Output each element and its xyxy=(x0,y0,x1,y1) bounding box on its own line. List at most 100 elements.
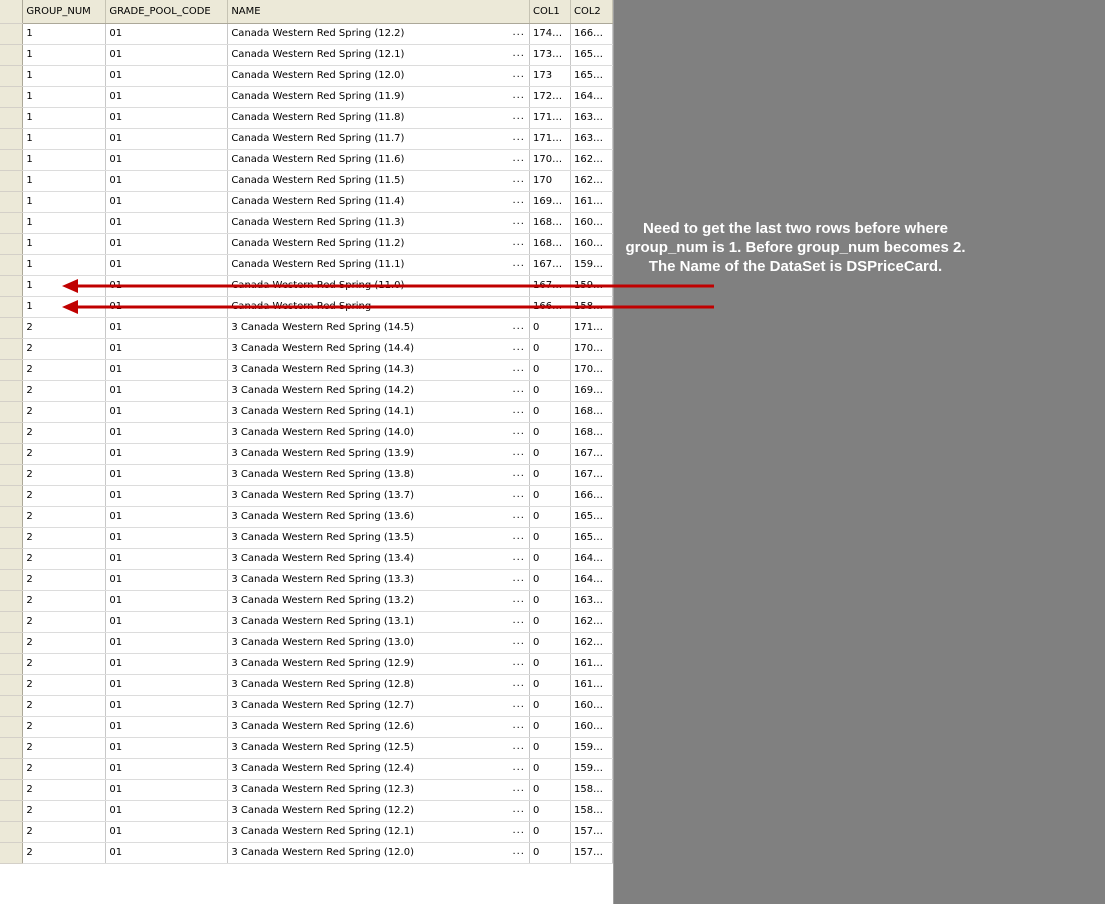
row-header[interactable] xyxy=(0,296,24,318)
cell-ellipsis-button[interactable]: ... xyxy=(512,489,525,500)
cell-group-num[interactable]: 1 xyxy=(22,275,107,297)
cell-group-num[interactable]: 2 xyxy=(22,359,107,381)
row-header[interactable] xyxy=(0,842,24,864)
cell-col2[interactable]: 168… xyxy=(570,401,613,423)
cell-col2[interactable]: 162… xyxy=(570,632,613,654)
table-row[interactable]: 2 01 3 Canada Western Red Spring (13.2)...… xyxy=(0,590,613,612)
cell-grade-pool-code[interactable]: 01 xyxy=(105,149,229,171)
cell-group-num[interactable]: 2 xyxy=(22,464,107,486)
cell-grade-pool-code[interactable]: 01 xyxy=(105,548,229,570)
cell-name[interactable]: 3 Canada Western Red Spring (13.1)... xyxy=(227,611,530,633)
table-row[interactable]: 1 01 Canada Western Red Spring (11.3)... 16… xyxy=(0,212,613,234)
cell-col2[interactable]: 167… xyxy=(570,443,613,465)
cell-col1[interactable]: 0 xyxy=(529,632,571,654)
cell-ellipsis-button[interactable]: ... xyxy=(512,384,525,395)
cell-group-num[interactable]: 1 xyxy=(22,170,107,192)
cell-group-num[interactable]: 2 xyxy=(22,758,107,780)
cell-group-num[interactable]: 2 xyxy=(22,401,107,423)
cell-group-num[interactable]: 2 xyxy=(22,380,107,402)
cell-group-num[interactable]: 2 xyxy=(22,716,107,738)
cell-grade-pool-code[interactable]: 01 xyxy=(105,674,229,696)
cell-name[interactable]: 3 Canada Western Red Spring (12.4)... xyxy=(227,758,530,780)
cell-ellipsis-button[interactable]: ... xyxy=(512,216,525,227)
cell-col1[interactable]: 0 xyxy=(529,842,571,864)
cell-col2[interactable]: 164… xyxy=(570,548,613,570)
cell-grade-pool-code[interactable]: 01 xyxy=(105,590,229,612)
cell-grade-pool-code[interactable]: 01 xyxy=(105,779,229,801)
cell-col1[interactable]: 0 xyxy=(529,506,571,528)
cell-ellipsis-button[interactable]: ... xyxy=(512,615,525,626)
cell-grade-pool-code[interactable]: 01 xyxy=(105,716,229,738)
cell-grade-pool-code[interactable]: 01 xyxy=(105,632,229,654)
cell-col2[interactable]: 166… xyxy=(570,23,613,45)
table-row[interactable]: 2 01 3 Canada Western Red Spring (12.0)...… xyxy=(0,842,613,864)
results-grid[interactable]: GROUP_NUM GRADE_POOL_CODE NAME COL1 COL2… xyxy=(0,0,614,904)
cell-name[interactable]: 3 Canada Western Red Spring (13.5)... xyxy=(227,527,530,549)
row-header[interactable] xyxy=(0,548,24,570)
cell-col2[interactable]: 161… xyxy=(570,674,613,696)
cell-col1[interactable]: 173… xyxy=(529,44,571,66)
cell-ellipsis-button[interactable]: ... xyxy=(512,573,525,584)
cell-ellipsis-button[interactable]: ... xyxy=(512,69,525,80)
cell-ellipsis-button[interactable]: ... xyxy=(512,237,525,248)
row-header[interactable] xyxy=(0,506,24,528)
table-row[interactable]: 2 01 3 Canada Western Red Spring (12.2)...… xyxy=(0,800,613,822)
row-header[interactable] xyxy=(0,758,24,780)
row-header[interactable] xyxy=(0,821,24,843)
cell-name[interactable]: 3 Canada Western Red Spring (14.0)... xyxy=(227,422,530,444)
cell-name[interactable]: Canada Western Red Spring (11.4)... xyxy=(227,191,530,213)
cell-col2[interactable]: 167… xyxy=(570,464,613,486)
row-header[interactable] xyxy=(0,485,24,507)
cell-col1[interactable]: 168… xyxy=(529,233,571,255)
cell-ellipsis-button[interactable]: ... xyxy=(512,678,525,689)
row-header[interactable] xyxy=(0,527,24,549)
table-row[interactable]: 1 01 Canada Western Red Spring (11.7)... 17… xyxy=(0,128,613,150)
cell-ellipsis-button[interactable]: ... xyxy=(512,426,525,437)
cell-name[interactable]: 3 Canada Western Red Spring (12.6)... xyxy=(227,716,530,738)
row-header[interactable] xyxy=(0,674,24,696)
table-row[interactable]: 2 01 3 Canada Western Red Spring (12.9)...… xyxy=(0,653,613,675)
cell-group-num[interactable]: 2 xyxy=(22,422,107,444)
cell-name[interactable]: 3 Canada Western Red Spring (12.1)... xyxy=(227,821,530,843)
cell-col2[interactable]: 157… xyxy=(570,842,613,864)
cell-ellipsis-button[interactable]: ... xyxy=(512,195,525,206)
cell-col2[interactable]: 163… xyxy=(570,590,613,612)
cell-col2[interactable]: 157… xyxy=(570,821,613,843)
table-row[interactable]: 2 01 3 Canada Western Red Spring (12.5)...… xyxy=(0,737,613,759)
cell-ellipsis-button[interactable]: ... xyxy=(512,531,525,542)
cell-ellipsis-button[interactable]: ... xyxy=(512,363,525,374)
cell-ellipsis-button[interactable]: ... xyxy=(512,300,525,311)
cell-col2[interactable]: 160… xyxy=(570,716,613,738)
row-header[interactable] xyxy=(0,317,24,339)
row-header[interactable] xyxy=(0,443,24,465)
row-header[interactable] xyxy=(0,800,24,822)
cell-group-num[interactable]: 2 xyxy=(22,842,107,864)
cell-col1[interactable]: 174… xyxy=(529,23,571,45)
cell-ellipsis-button[interactable]: ... xyxy=(512,258,525,269)
row-header[interactable] xyxy=(0,779,24,801)
cell-col2[interactable]: 158… xyxy=(570,296,613,318)
row-header[interactable] xyxy=(0,191,24,213)
row-header[interactable] xyxy=(0,86,24,108)
cell-name[interactable]: Canada Western Red Spring (12.1)... xyxy=(227,44,530,66)
cell-col1[interactable]: 167… xyxy=(529,254,571,276)
cell-col1[interactable]: 0 xyxy=(529,737,571,759)
cell-ellipsis-button[interactable]: ... xyxy=(512,783,525,794)
cell-ellipsis-button[interactable]: ... xyxy=(512,552,525,563)
cell-grade-pool-code[interactable]: 01 xyxy=(105,23,229,45)
cell-col2[interactable]: 169… xyxy=(570,380,613,402)
cell-ellipsis-button[interactable]: ... xyxy=(512,825,525,836)
cell-col1[interactable]: 0 xyxy=(529,359,571,381)
cell-name[interactable]: 3 Canada Western Red Spring (13.7)... xyxy=(227,485,530,507)
table-row[interactable]: 1 01 Canada Western Red Spring (12.2)... 17… xyxy=(0,23,613,45)
cell-group-num[interactable]: 2 xyxy=(22,779,107,801)
table-row[interactable]: 2 01 3 Canada Western Red Spring (14.0)...… xyxy=(0,422,613,444)
cell-col1[interactable]: 167… xyxy=(529,275,571,297)
cell-grade-pool-code[interactable]: 01 xyxy=(105,422,229,444)
cell-group-num[interactable]: 2 xyxy=(22,821,107,843)
cell-col2[interactable]: 159… xyxy=(570,275,613,297)
cell-col2[interactable]: 162… xyxy=(570,170,613,192)
cell-col1[interactable]: 171… xyxy=(529,128,571,150)
cell-col2[interactable]: 166… xyxy=(570,485,613,507)
cell-ellipsis-button[interactable]: ... xyxy=(512,762,525,773)
